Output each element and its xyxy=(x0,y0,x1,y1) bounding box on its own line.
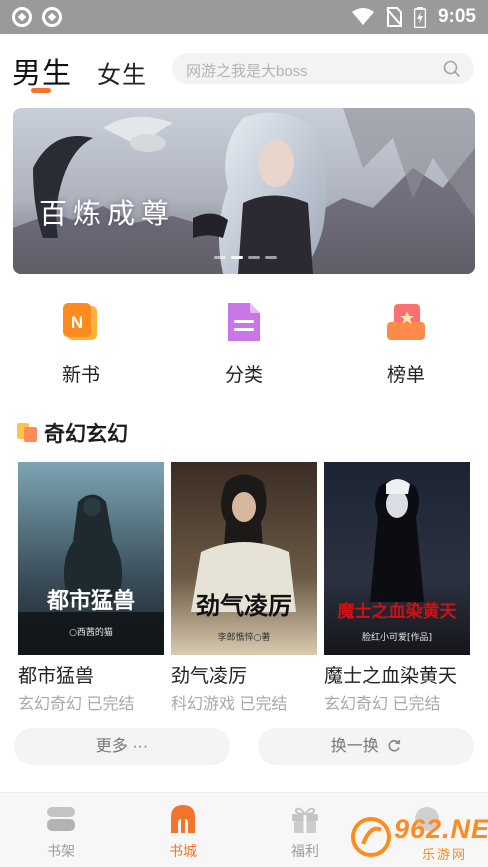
nav-label-new-books: 新书 xyxy=(61,365,100,386)
top-header: 男生 女生 网游之我是大boss xyxy=(0,34,488,100)
new-book-icon: N xyxy=(63,303,97,340)
ranking-icon xyxy=(387,304,425,340)
wifi-icon xyxy=(351,8,374,25)
more-button-label: 更多 ··· xyxy=(95,738,149,755)
tab-male[interactable]: 男生 xyxy=(12,50,72,92)
book-title[interactable]: 魔士之血染黄天 xyxy=(324,661,457,688)
nav-label-ranking: 榜单 xyxy=(386,365,425,386)
book-cover[interactable]: 魔士之血染黄天 脸红小可爱[作品] xyxy=(324,462,470,655)
bookstore-icon xyxy=(171,805,195,833)
cover-author: 脸红小可爱[作品] xyxy=(362,631,432,643)
section-icon xyxy=(17,423,37,442)
banner-dot xyxy=(265,256,277,259)
watermark-main: 962.NET xyxy=(394,814,488,844)
no-sim-icon xyxy=(386,7,402,27)
book-meta: 玄幻奇幻 已完结 xyxy=(324,696,441,713)
book-meta: 科幻游戏 已完结 xyxy=(171,696,288,713)
banner-pagination xyxy=(214,256,277,259)
status-right-icons: 9:05 xyxy=(351,6,476,28)
search-box[interactable]: 网游之我是大boss xyxy=(172,53,474,84)
cover-author: ○西茜的猫 xyxy=(69,626,113,638)
bottom-nav-label-welfare: 福利 xyxy=(291,843,319,859)
app-notification-icon xyxy=(42,7,62,27)
nav-ranking[interactable]: 榜单 xyxy=(356,290,456,390)
book-cover-art: 魔士之血染黄天 脸红小可爱[作品] xyxy=(324,462,470,655)
nav-label-categories: 分类 xyxy=(224,365,263,386)
bottom-nav-bookstore[interactable]: 书城 xyxy=(143,793,223,867)
banner-dot-active xyxy=(231,256,243,259)
book-cover[interactable]: 劲气凌厉 李郎憔悴○著 xyxy=(171,462,317,655)
bottom-nav-label-bookshelf: 书架 xyxy=(47,843,75,859)
site-watermark: 962.NET 乐游网 xyxy=(350,808,488,864)
watermark-logo-icon xyxy=(351,817,391,857)
book-cover-art: 都市猛兽 ○西茜的猫 xyxy=(18,462,164,655)
cover-title: 魔士之血染黄天 xyxy=(338,601,458,622)
battery-charging-icon xyxy=(413,6,426,28)
svg-text:N: N xyxy=(71,313,83,332)
status-time: 9:05 xyxy=(437,6,476,27)
section-title: 奇幻玄幻 xyxy=(44,423,128,446)
watermark-sub: 乐游网 xyxy=(422,847,468,862)
nav-new-books[interactable]: N 新书 xyxy=(31,290,131,390)
status-bar: 9:05 xyxy=(0,0,488,34)
book-cover-art: 劲气凌厉 李郎憔悴○著 xyxy=(171,462,317,655)
bottom-nav-label-bookstore: 书城 xyxy=(169,843,197,859)
refresh-button[interactable]: 换一换 xyxy=(258,728,474,765)
book-cover[interactable]: 都市猛兽 ○西茜的猫 xyxy=(18,462,164,655)
gift-icon xyxy=(292,807,318,833)
banner-dot xyxy=(214,256,226,259)
status-left-icons xyxy=(12,7,62,27)
search-placeholder: 网游之我是大boss xyxy=(186,63,308,80)
category-icon xyxy=(228,303,260,341)
bottom-nav-bookshelf[interactable]: 书架 xyxy=(21,793,101,867)
cover-title: 劲气凌厉 xyxy=(196,591,292,620)
banner-dot xyxy=(248,256,260,259)
nav-categories[interactable]: 分类 xyxy=(194,290,294,390)
book-title[interactable]: 劲气凌厉 xyxy=(171,661,247,688)
bookshelf-icon xyxy=(47,807,75,831)
refresh-button-label: 换一换 xyxy=(330,738,379,755)
cover-title: 都市猛兽 xyxy=(46,588,135,614)
book-title[interactable]: 都市猛兽 xyxy=(18,661,94,688)
app-notification-icon xyxy=(12,7,32,27)
tab-female[interactable]: 女生 xyxy=(97,55,147,90)
active-tab-indicator xyxy=(31,88,51,93)
cover-author: 李郎憔悴○著 xyxy=(218,631,271,643)
bottom-nav-welfare[interactable]: 福利 xyxy=(265,793,345,867)
refresh-icon xyxy=(388,739,401,752)
search-icon[interactable] xyxy=(443,60,460,77)
banner-artwork xyxy=(13,108,475,274)
banner-title: 百炼成尊 xyxy=(39,197,176,230)
more-button[interactable]: 更多 ··· xyxy=(14,728,230,765)
promo-banner[interactable]: 百炼成尊 xyxy=(13,108,475,274)
book-meta: 玄幻奇幻 已完结 xyxy=(18,696,135,713)
quick-nav: N 新书 分类 榜单 xyxy=(0,290,488,390)
